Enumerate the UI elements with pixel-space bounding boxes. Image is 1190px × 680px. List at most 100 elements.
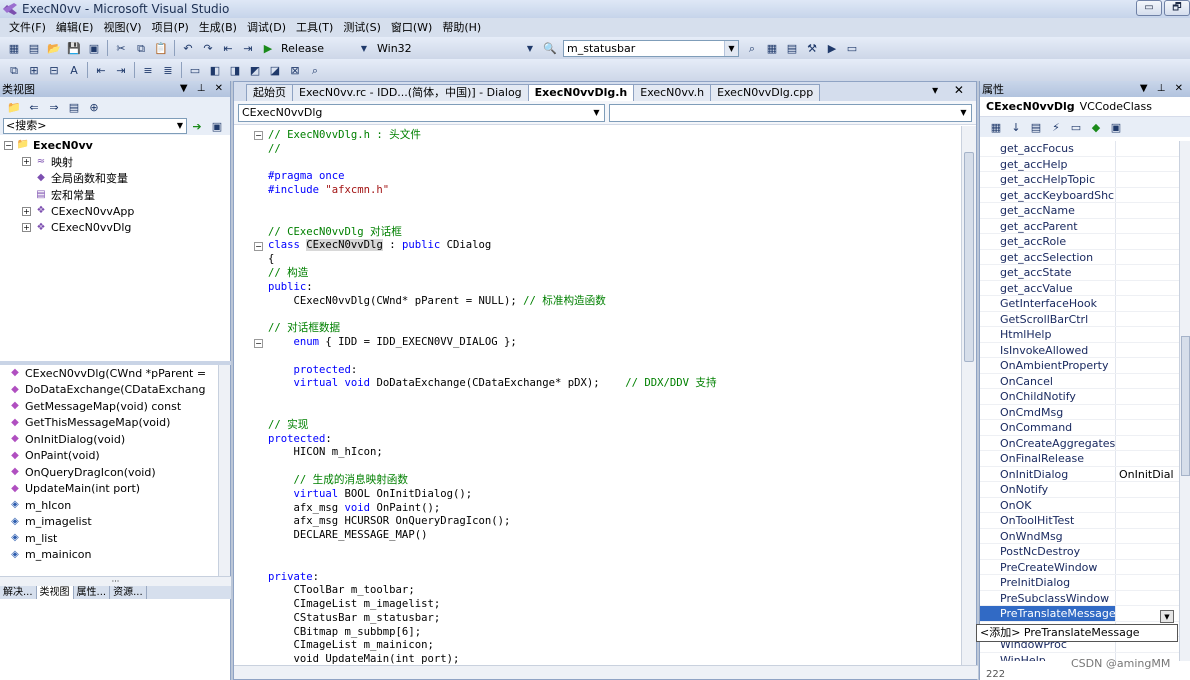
tree-node[interactable]: − 📁 ExecN0vv [0,137,230,154]
next-bookmark-icon[interactable]: ◨ [227,63,243,78]
tree-node[interactable]: + ❖ CExecN0vvDlg [0,220,230,237]
panel-tab[interactable]: 资源... [110,586,147,599]
settings-icon[interactable]: ▤ [66,100,82,115]
property-row[interactable]: OnChildNotify [980,389,1179,405]
vertical-scrollbar[interactable] [961,126,976,666]
paste-icon[interactable]: 📋 [153,41,169,56]
undo-icon[interactable]: ↶ [180,41,196,56]
property-row[interactable]: PreInitDialog [980,575,1179,591]
property-row[interactable]: get_accValue [980,280,1179,296]
member-item[interactable]: ◆ DoDataExchange(CDataExchang [0,382,218,399]
member-item[interactable]: ◈ m_imagelist [0,514,218,531]
tree-node[interactable]: + ≈ 映射 [0,154,230,171]
property-row[interactable]: get_accHelpTopic [980,172,1179,188]
property-value[interactable] [1116,498,1179,513]
property-row[interactable]: get_accSelection [980,249,1179,265]
property-value[interactable] [1116,575,1179,590]
expand-icon[interactable]: + [22,157,31,167]
menu-item[interactable]: 项目(P) [147,18,194,37]
start-page-icon[interactable]: ▶ [824,41,840,56]
properties-icon[interactable]: ▤ [784,41,800,56]
property-value[interactable]: OnInitDial [1116,467,1179,482]
property-value[interactable] [1116,529,1179,544]
find-combo[interactable]: m_statusbar ▼ [563,39,739,57]
property-value[interactable] [1116,312,1179,327]
menu-item[interactable]: 调试(D) [242,18,291,37]
solution-platform[interactable]: Win32 [377,42,517,55]
property-value[interactable] [1116,405,1179,420]
tree-node[interactable]: ▤ 宏和常量 [0,187,230,204]
scroll-thumb[interactable] [1181,336,1190,476]
redo-icon[interactable]: ↷ [200,41,216,56]
chevron-down-icon[interactable]: ▼ [957,106,970,120]
open-file-icon[interactable]: 📂 [46,41,62,56]
property-value[interactable] [1116,296,1179,311]
menu-item[interactable]: 视图(V) [98,18,146,37]
property-row[interactable]: get_accState [980,265,1179,281]
property-row[interactable]: get_accParent [980,218,1179,234]
property-value[interactable] [1116,436,1179,451]
bookmark-window-icon[interactable]: ⌕ [307,63,323,78]
property-value[interactable] [1116,451,1179,466]
panel-tab[interactable]: 解决... [0,586,37,599]
object-selector[interactable]: CExecN0vvDlg VCCodeClass [980,97,1190,117]
document-tab[interactable]: ExecN0vv.rc - IDD...(简体，中国)] - Dialog [292,84,529,101]
add-item-icon[interactable]: ▤ [26,41,42,56]
property-row[interactable]: get_accHelp [980,156,1179,172]
property-value[interactable] [1116,219,1179,234]
property-value[interactable] [1116,265,1179,280]
toggle-bookmark-icon[interactable]: ▭ [187,63,203,78]
new-project-icon[interactable]: ▦ [6,41,22,56]
property-value[interactable] [1116,389,1179,404]
property-row[interactable]: get_accRole [980,234,1179,250]
property-value[interactable] [1116,374,1179,389]
config-dropdown-icon[interactable]: ▼ [356,41,372,56]
vertical-scrollbar[interactable] [218,365,230,576]
property-value[interactable] [1116,281,1179,296]
platform-dropdown-icon[interactable]: ▼ [522,41,538,56]
property-row[interactable]: PreSubclassWindow [980,590,1179,606]
solution-explorer-icon[interactable]: ▦ [764,41,780,56]
back-icon[interactable]: ⇐ [26,100,42,115]
menu-item[interactable]: 编辑(E) [51,18,99,37]
panel-controls[interactable]: ▼ ⊥ ✕ [180,81,226,97]
minimize-button[interactable]: ▭ [1136,0,1162,16]
search-go-icon[interactable]: ➔ [189,119,205,134]
member-item[interactable]: ◆ CExecN0vvDlg(CWnd *pParent = [0,365,218,382]
property-row[interactable]: OnNotify [980,482,1179,498]
property-value[interactable] [1116,482,1179,497]
property-value[interactable] [1116,327,1179,342]
class-selector[interactable]: CExecN0vvDlg ▼ [238,103,605,122]
property-row[interactable]: get_accFocus [980,141,1179,157]
overrides-icon[interactable]: ◆ [1088,120,1104,135]
tree-node[interactable]: + ❖ CExecN0vvApp [0,203,230,220]
property-row[interactable]: OnOK [980,497,1179,513]
property-value[interactable] [1116,250,1179,265]
property-row[interactable]: OnCancel [980,373,1179,389]
property-row[interactable]: OnCreateAggregates [980,435,1179,451]
solution-configuration[interactable]: Release [281,42,351,55]
complete-word-icon[interactable]: A [66,63,82,78]
events-icon[interactable]: ⚡ [1048,120,1064,135]
property-value[interactable] [1116,343,1179,358]
clear-bookmarks-icon[interactable]: ⊠ [287,63,303,78]
parameter-info-icon[interactable]: ⊞ [26,63,42,78]
property-value[interactable] [1116,560,1179,575]
search-input[interactable]: <搜索> ▼ [3,118,187,134]
member-item[interactable]: ◆ OnInitDialog(void) [0,431,218,448]
property-row[interactable]: OnCmdMsg [980,404,1179,420]
property-row[interactable]: get_accName [980,203,1179,219]
save-all-icon[interactable]: ▣ [86,41,102,56]
new-folder-icon[interactable]: 📁 [6,100,22,115]
tree-node[interactable]: ◆ 全局函数和变量 [0,170,230,187]
chevron-down-icon[interactable]: ▼ [590,106,603,120]
property-row[interactable]: OnFinalRelease [980,451,1179,467]
horizontal-scrollbar[interactable] [234,665,978,679]
categorized-icon[interactable]: ▦ [988,120,1004,135]
property-row[interactable]: HtmlHelp [980,327,1179,343]
menu-item[interactable]: 工具(T) [291,18,338,37]
copy-icon[interactable]: ⧉ [133,41,149,56]
forward-icon[interactable]: ⇒ [46,100,62,115]
navigate-forward-icon[interactable]: ⇥ [240,41,256,56]
vertical-scrollbar[interactable] [1179,141,1190,661]
